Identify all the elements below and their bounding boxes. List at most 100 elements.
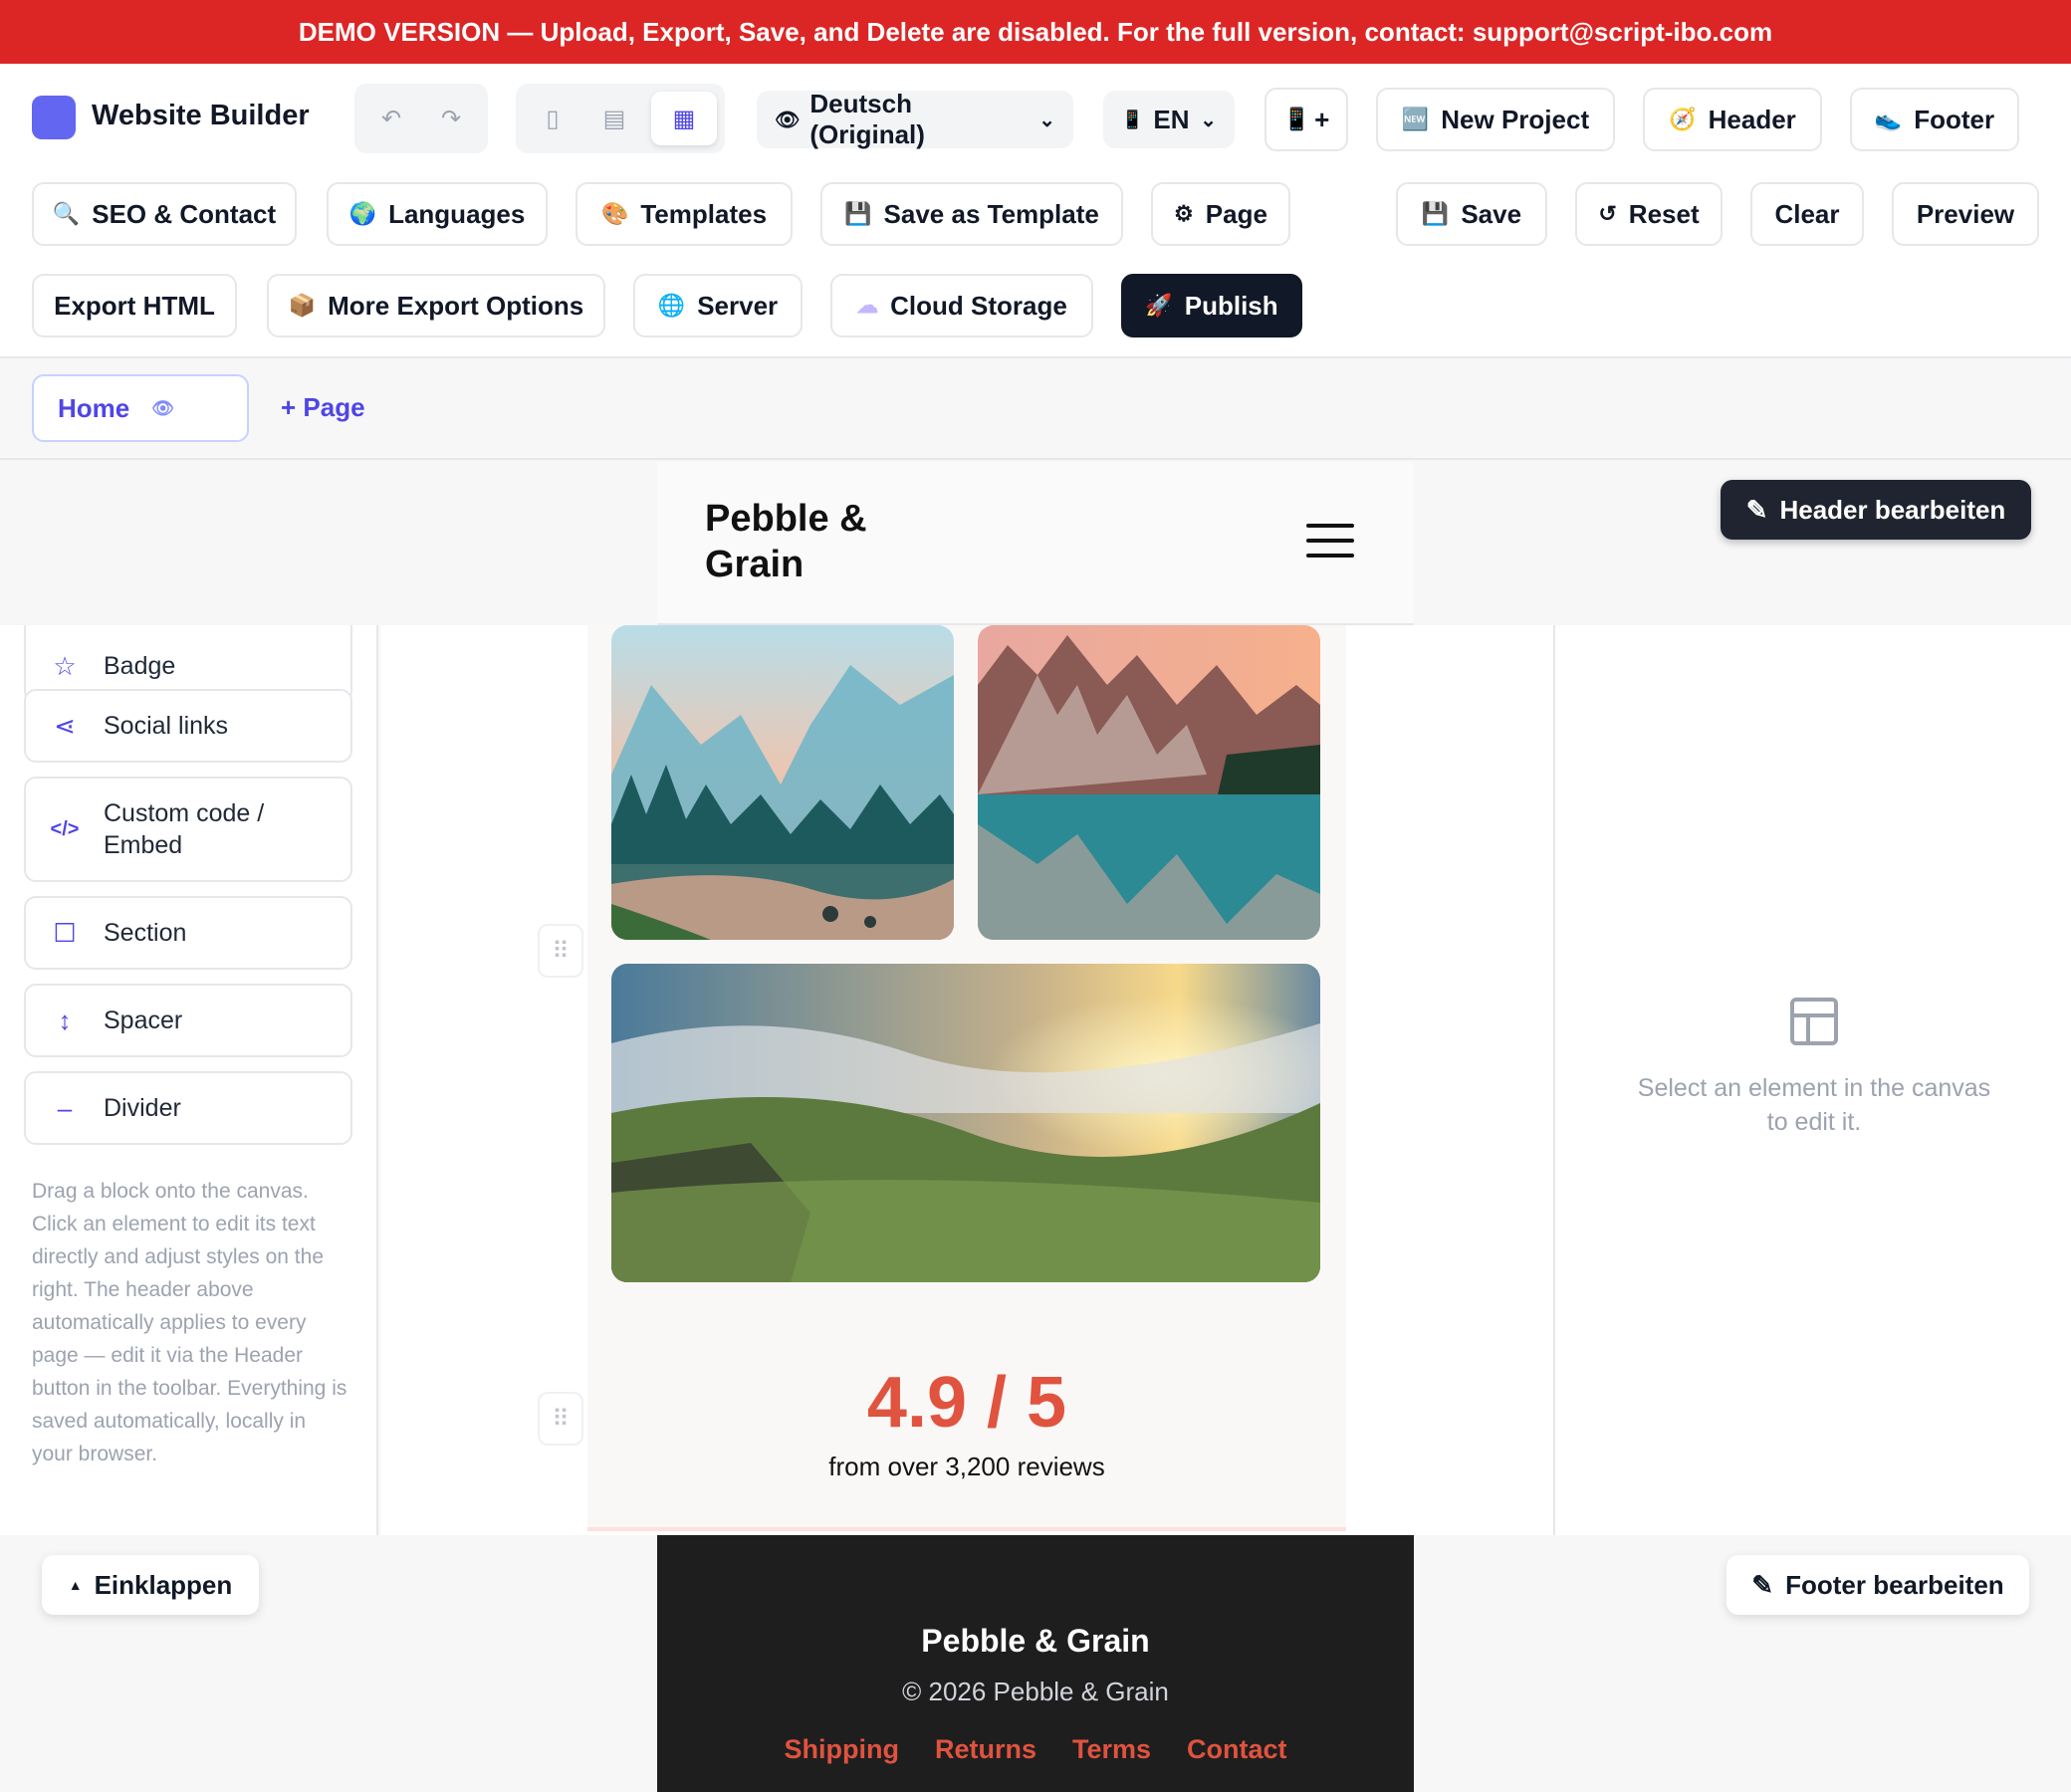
block-spacer[interactable]: ↕ Spacer — [24, 984, 352, 1057]
add-language-button[interactable]: 📱 + — [1265, 88, 1348, 151]
footer-link-returns[interactable]: Returns — [935, 1734, 1036, 1765]
gallery-image-highlands[interactable] — [611, 964, 1320, 1282]
site-header-preview[interactable]: Pebble & Grain — [657, 462, 1414, 625]
add-language-label: + — [1314, 104, 1330, 134]
footprint-icon: 👟 — [1874, 107, 1903, 131]
app-logo — [32, 96, 76, 139]
preview-button[interactable]: Preview — [1892, 182, 2039, 246]
layout-icon — [1790, 998, 1838, 1045]
block-custom-code[interactable]: </> Custom code / Embed — [24, 777, 352, 882]
footer-link-contact[interactable]: Contact — [1187, 1734, 1287, 1765]
publish-button[interactable]: 🚀 Publish — [1121, 274, 1302, 337]
locale-select[interactable]: 📱 EN ⌄ — [1103, 91, 1235, 148]
globe-icon: 🌍 — [348, 201, 377, 226]
mobile-view-icon[interactable]: ▦ — [651, 92, 717, 145]
block-divider[interactable]: – Divider — [24, 1071, 352, 1145]
blocks-panel: ☆ Badge ⋖ Social links </> Custom code / Em… — [0, 625, 378, 1535]
search-icon: 🔍 — [52, 201, 81, 226]
cloud-storage-button[interactable]: ☁ Cloud Storage — [830, 274, 1093, 337]
demo-banner: DEMO VERSION — Upload, Export, Save, and… — [0, 0, 2071, 64]
site-brand[interactable]: Pebble & Grain — [705, 496, 924, 587]
page-settings-button[interactable]: ⚙ Page — [1151, 182, 1290, 246]
pencil-icon: ✎ — [1745, 494, 1768, 525]
edit-footer-button[interactable]: ✎ Footer bearbeiten — [1726, 1555, 2029, 1615]
footer-button[interactable]: 👟 Footer — [1850, 88, 2019, 151]
footer-label: Footer — [1914, 104, 1995, 134]
preview-label: Preview — [1916, 198, 2015, 229]
block-section[interactable]: ☐ Section — [24, 896, 352, 970]
cloud-storage-label: Cloud Storage — [890, 290, 1067, 321]
caret-up-icon: ▲ — [68, 1577, 83, 1593]
save-as-template-label: Save as Template — [883, 198, 1099, 229]
disk-icon: 💾 — [844, 201, 872, 226]
page-tab-home[interactable]: Home 👁 — [32, 374, 249, 442]
drag-handle-icon[interactable]: ⠿ — [538, 1392, 583, 1446]
hamburger-menu-icon[interactable] — [1306, 524, 1354, 568]
tablet-view-icon[interactable]: ▤ — [585, 92, 643, 145]
cloud-icon: ☁ — [856, 293, 879, 318]
eye-icon[interactable]: 👁 — [151, 398, 174, 419]
block-label: Spacer — [104, 1006, 183, 1034]
server-icon: 🌐 — [657, 293, 686, 318]
eye-icon: 👁 — [775, 109, 801, 131]
footer-links: Shipping Returns Terms Contact — [657, 1734, 1414, 1765]
undo-icon[interactable]: ↶ — [362, 92, 420, 145]
reset-icon: ↺ — [1598, 201, 1617, 226]
export-html-button[interactable]: Export HTML — [32, 274, 237, 337]
desktop-view-icon[interactable]: ▯ — [524, 92, 581, 145]
server-button[interactable]: 🌐 Server — [633, 274, 803, 337]
footer-copyright[interactable]: © 2026 Pebble & Grain — [657, 1677, 1414, 1707]
header-button[interactable]: 🧭 Header — [1643, 88, 1822, 151]
collapse-label: Einklappen — [94, 1569, 233, 1600]
device-group: ▯ ▤ ▦ — [516, 84, 725, 153]
edit-footer-label: Footer bearbeiten — [1785, 1569, 2004, 1600]
more-export-label: More Export Options — [328, 290, 584, 321]
reset-label: Reset — [1628, 198, 1700, 229]
footer-link-shipping[interactable]: Shipping — [784, 1734, 898, 1765]
demo-banner-text: DEMO VERSION — Upload, Export, Save, and… — [298, 16, 1773, 47]
gallery-image-valley[interactable] — [611, 625, 954, 940]
palette-icon: 🎨 — [600, 201, 629, 226]
compass-icon: 🧭 — [1669, 107, 1697, 131]
header-label: Header — [1708, 104, 1796, 134]
collapse-button[interactable]: ▲ Einklappen — [42, 1555, 259, 1615]
rating-value[interactable]: 4.9 / 5 — [587, 1362, 1346, 1444]
block-label: Social links — [104, 711, 229, 740]
site-footer-preview[interactable]: Pebble & Grain © 2026 Pebble & Grain Shi… — [657, 1535, 1414, 1792]
gear-icon: ⚙ — [1174, 201, 1194, 226]
app-title: Website Builder — [92, 100, 310, 131]
drag-handle-icon[interactable]: ⠿ — [538, 924, 583, 978]
page-settings-label: Page — [1205, 198, 1267, 229]
rating-subtitle[interactable]: from over 3,200 reviews — [587, 1452, 1346, 1482]
templates-button[interactable]: 🎨 Templates — [575, 182, 793, 246]
gallery-image-lake[interactable] — [978, 625, 1320, 940]
chevron-down-icon: ⌄ — [1038, 109, 1055, 131]
language-select[interactable]: 👁 Deutsch (Original) ⌄ — [757, 89, 1073, 149]
chevron-down-icon: ⌄ — [1200, 109, 1217, 131]
inspector-empty-text: Select an element in the canvas to edit … — [1637, 1074, 1991, 1136]
reset-button[interactable]: ↺ Reset — [1575, 182, 1723, 246]
edit-header-button[interactable]: ✎ Header bearbeiten — [1721, 480, 2031, 540]
footer-brand[interactable]: Pebble & Grain — [657, 1623, 1414, 1660]
block-social-links[interactable]: ⋖ Social links — [24, 689, 352, 763]
seo-contact-button[interactable]: 🔍 SEO & Contact — [32, 182, 297, 246]
export-html-label: Export HTML — [54, 290, 215, 321]
footer-link-terms[interactable]: Terms — [1072, 1734, 1151, 1765]
languages-button[interactable]: 🌍 Languages — [327, 182, 548, 246]
more-export-button[interactable]: 📦 More Export Options — [267, 274, 605, 337]
clear-button[interactable]: Clear — [1750, 182, 1864, 246]
block-label: Custom code / Embed — [104, 799, 265, 859]
locale-select-value: EN — [1153, 104, 1190, 134]
templates-label: Templates — [640, 198, 768, 229]
block-label: Section — [104, 918, 187, 947]
redo-icon[interactable]: ↷ — [422, 92, 480, 145]
save-button[interactable]: 💾 Save — [1396, 182, 1547, 246]
inspector-panel: Select an element in the canvas to edit … — [1553, 625, 2071, 1535]
add-page-button[interactable]: + Page — [281, 392, 365, 423]
save-as-template-button[interactable]: 💾 Save as Template — [820, 182, 1123, 246]
page-canvas: 4.9 / 5 from over 3,200 reviews — [587, 625, 1346, 1531]
share-icon: ⋖ — [54, 710, 76, 741]
disk-icon: 💾 — [1421, 201, 1450, 226]
rocket-icon: 🚀 — [1145, 293, 1173, 318]
new-project-button[interactable]: 🆕 New Project — [1376, 88, 1615, 151]
